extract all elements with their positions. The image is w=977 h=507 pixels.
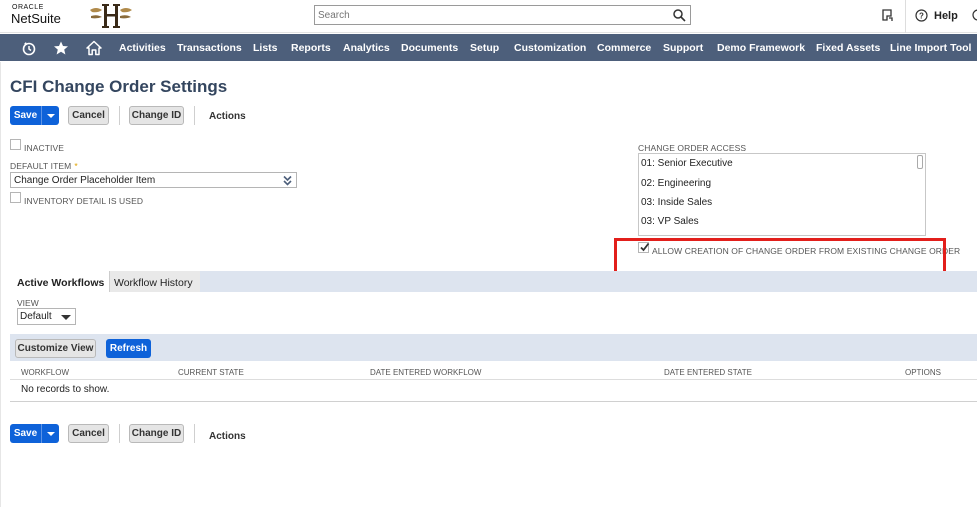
column-header-workflow[interactable]: WORKFLOW	[21, 368, 69, 377]
recent-records-icon[interactable]	[21, 40, 37, 56]
empty-table-message: No records to show.	[21, 384, 110, 395]
change-order-access-multiselect[interactable]: 01: Senior Executive 02: Engineering 03:…	[638, 153, 926, 236]
help-icon[interactable]: ?	[915, 9, 928, 22]
nav-documents[interactable]: Documents	[401, 42, 458, 54]
default-item-value: Change Order Placeholder Item	[14, 175, 156, 186]
change-id-button[interactable]: Change ID	[129, 106, 184, 125]
search-icon[interactable]	[672, 8, 686, 22]
netsuite-logo-text[interactable]: NetSuite	[11, 11, 61, 26]
nav-support[interactable]: Support	[663, 42, 703, 54]
list-item[interactable]: 01: Senior Executive	[641, 158, 733, 169]
table-header-row	[10, 363, 977, 380]
recent-records-header-icon[interactable]	[880, 8, 894, 22]
oracle-logo-text: ORACLE	[12, 4, 44, 11]
view-select-value: Default	[20, 311, 52, 322]
page-left-border	[0, 62, 1, 507]
inactive-checkbox[interactable]	[10, 139, 21, 150]
nav-fixed-assets[interactable]: Fixed Assets	[816, 42, 880, 54]
column-header-date-entered-workflow[interactable]: DATE ENTERED WORKFLOW	[370, 368, 481, 377]
nav-reports[interactable]: Reports	[291, 42, 331, 54]
tab-active-workflows-label[interactable]: Active Workflows	[17, 277, 104, 289]
listbox-scrollbar[interactable]	[917, 155, 923, 169]
save-button[interactable]: Save	[10, 106, 41, 125]
nav-commerce[interactable]: Commerce	[597, 42, 651, 54]
list-item[interactable]: 03: Inside Sales	[641, 197, 712, 208]
default-item-label: DEFAULT ITEM *	[10, 161, 78, 171]
highlight-annotation	[614, 238, 946, 275]
star-icon[interactable]	[53, 40, 69, 56]
column-header-date-entered-state[interactable]: DATE ENTERED STATE	[664, 368, 752, 377]
inventory-detail-checkbox[interactable]	[10, 192, 21, 203]
workflow-toolbar	[10, 334, 977, 361]
actions-menu[interactable]: Actions	[209, 111, 246, 122]
nav-line-import-tool[interactable]: Line Import Tool	[890, 42, 971, 54]
refresh-button[interactable]: Refresh	[106, 339, 151, 358]
change-id-button-bottom[interactable]: Change ID	[129, 424, 184, 443]
cancel-button-bottom[interactable]: Cancel	[68, 424, 109, 443]
list-item[interactable]: 02: Engineering	[641, 178, 711, 189]
save-options-dropdown-icon-bottom[interactable]	[41, 424, 59, 443]
list-item[interactable]: 03: VP Sales	[641, 216, 699, 227]
nav-activities[interactable]: Activities	[119, 42, 166, 54]
global-search[interactable]	[314, 5, 691, 25]
toolbar-separator	[119, 424, 120, 443]
caret-down-icon	[61, 315, 71, 320]
help-link[interactable]: Help	[934, 10, 958, 22]
user-menu-icon[interactable]	[971, 9, 977, 23]
nav-analytics[interactable]: Analytics	[343, 42, 390, 54]
view-select[interactable]: Default	[17, 308, 76, 325]
home-icon[interactable]	[86, 40, 102, 56]
company-logo-icon	[90, 4, 132, 28]
save-options-dropdown-icon[interactable]	[41, 106, 59, 125]
change-order-access-label: CHANGE ORDER ACCESS	[638, 143, 747, 153]
column-header-options[interactable]: OPTIONS	[905, 368, 941, 377]
nav-lists[interactable]: Lists	[253, 42, 278, 54]
toolbar-separator	[194, 424, 195, 443]
nav-customization[interactable]: Customization	[514, 42, 586, 54]
customize-view-button[interactable]: Customize View	[15, 339, 96, 358]
search-input[interactable]	[315, 6, 655, 24]
default-item-select[interactable]: Change Order Placeholder Item	[10, 172, 297, 188]
required-star-icon: *	[74, 161, 78, 171]
actions-menu-bottom[interactable]: Actions	[209, 431, 246, 442]
top-header: ORACLE NetSuite ? Help	[0, 0, 977, 33]
toolbar-separator	[194, 106, 195, 125]
inventory-detail-label: INVENTORY DETAIL IS USED	[24, 196, 144, 206]
header-divider	[905, 0, 906, 33]
nav-demo-framework[interactable]: Demo Framework	[717, 42, 805, 54]
inactive-label: INACTIVE	[24, 143, 65, 153]
toolbar-separator	[119, 106, 120, 125]
main-navigation: Activities Transactions Lists Reports An…	[0, 34, 977, 61]
tab-workflow-history-label[interactable]: Workflow History	[114, 277, 193, 289]
column-header-current-state[interactable]: CURRENT STATE	[178, 368, 244, 377]
nav-transactions[interactable]: Transactions	[177, 42, 242, 54]
nav-setup[interactable]: Setup	[470, 42, 499, 54]
save-button-bottom[interactable]: Save	[10, 424, 41, 443]
page-title: CFI Change Order Settings	[10, 77, 228, 96]
view-label: VIEW	[17, 298, 39, 308]
double-chevron-down-icon[interactable]	[283, 175, 292, 186]
cancel-button[interactable]: Cancel	[68, 106, 109, 125]
svg-text:?: ?	[919, 12, 924, 21]
